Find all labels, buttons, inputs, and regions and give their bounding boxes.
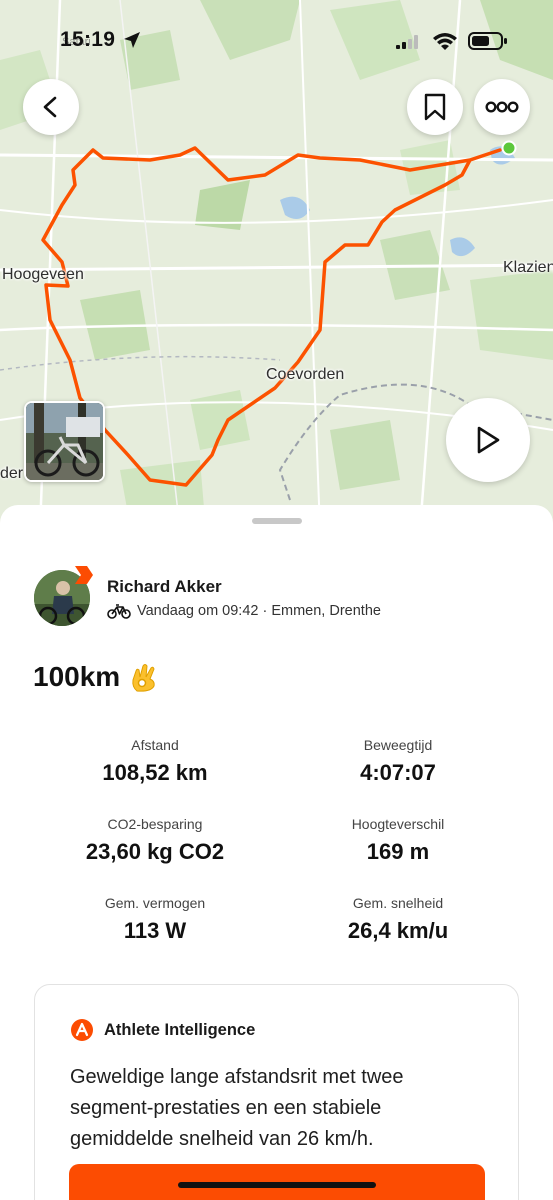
route-map[interactable]: Hoogeveen Coevorden Klazien der Safari 1…	[0, 0, 553, 530]
stat-label: Afstand	[131, 737, 179, 753]
strava-ai-icon	[71, 1019, 93, 1041]
place-label-coevorden: Coevorden	[266, 366, 345, 383]
wifi-icon	[433, 33, 457, 50]
stat-co2-saved: CO2-besparing 23,60 kg CO2	[35, 816, 275, 865]
stat-label: Gem. snelheid	[352, 895, 444, 911]
stat-label: Hoogteverschil	[351, 816, 445, 832]
stat-value: 4:07:07	[360, 760, 436, 785]
back-button[interactable]	[23, 79, 79, 135]
activity-date-location: Vandaag om 09:42 · Emmen, Drenthe	[137, 603, 381, 619]
location-arrow-icon	[124, 32, 140, 48]
athlete-intelligence-card[interactable]: Athlete Intelligence Geweldige lange afs…	[34, 984, 519, 1200]
place-label-klazienaveen: Klazien	[503, 259, 553, 276]
activity-title: 100km	[33, 661, 160, 693]
stat-moving-time: Beweegtijd 4:07:07	[278, 737, 518, 786]
athlete-intelligence-title: Athlete Intelligence	[104, 1020, 256, 1039]
stat-label: Gem. vermogen	[104, 895, 206, 911]
activity-details-sheet: Richard Akker Vandaag om 09:42 · Emmen, …	[0, 505, 553, 1200]
stat-elevation: Hoogteverschil 169 m	[278, 816, 518, 865]
activity-title-text: 100km	[33, 661, 121, 692]
athlete-intelligence-header: Athlete Intelligence	[70, 1018, 255, 1042]
stat-value: 23,60 kg CO2	[85, 839, 225, 864]
bookmark-button[interactable]	[407, 79, 463, 135]
stat-label: Beweegtijd	[363, 737, 433, 753]
status-time: 15:19	[60, 28, 116, 51]
stat-avg-power: Gem. vermogen 113 W	[35, 895, 275, 944]
sheet-drag-handle[interactable]	[252, 518, 302, 524]
more-dots-icon	[485, 101, 519, 113]
activity-meta: Vandaag om 09:42 · Emmen, Drenthe	[107, 603, 381, 619]
bicycle-icon	[107, 604, 131, 619]
stat-value: 169 m	[366, 839, 430, 864]
stat-distance: Afstand 108,52 km	[35, 737, 275, 786]
cellular-signal-icon	[396, 35, 418, 49]
bicycle-photo	[26, 403, 103, 480]
bookmark-icon	[424, 93, 446, 121]
place-label-partial: der	[0, 465, 24, 482]
flyover-play-button[interactable]	[446, 398, 530, 482]
chevron-left-icon	[43, 96, 57, 118]
stat-label: CO2-besparing	[107, 816, 203, 832]
stat-value: 26,4 km/u	[347, 918, 449, 943]
subscriber-badge-icon	[75, 566, 93, 584]
ok-hand-emoji-icon	[132, 664, 155, 692]
stat-value: 108,52 km	[102, 760, 208, 785]
more-options-button[interactable]	[474, 79, 530, 135]
stat-value: 113 W	[123, 918, 187, 943]
stat-avg-speed: Gem. snelheid 26,4 km/u	[278, 895, 518, 944]
home-indicator[interactable]	[178, 1182, 376, 1188]
play-icon	[477, 426, 500, 454]
athlete-name[interactable]: Richard Akker	[107, 577, 222, 597]
battery-icon	[468, 32, 507, 50]
place-label-hoogeveen: Hoogeveen	[2, 266, 84, 283]
activity-photo-thumbnail[interactable]	[24, 401, 105, 482]
athlete-intelligence-summary: Geweldige lange afstandsrit met twee seg…	[70, 1066, 404, 1150]
start-marker	[501, 140, 517, 156]
